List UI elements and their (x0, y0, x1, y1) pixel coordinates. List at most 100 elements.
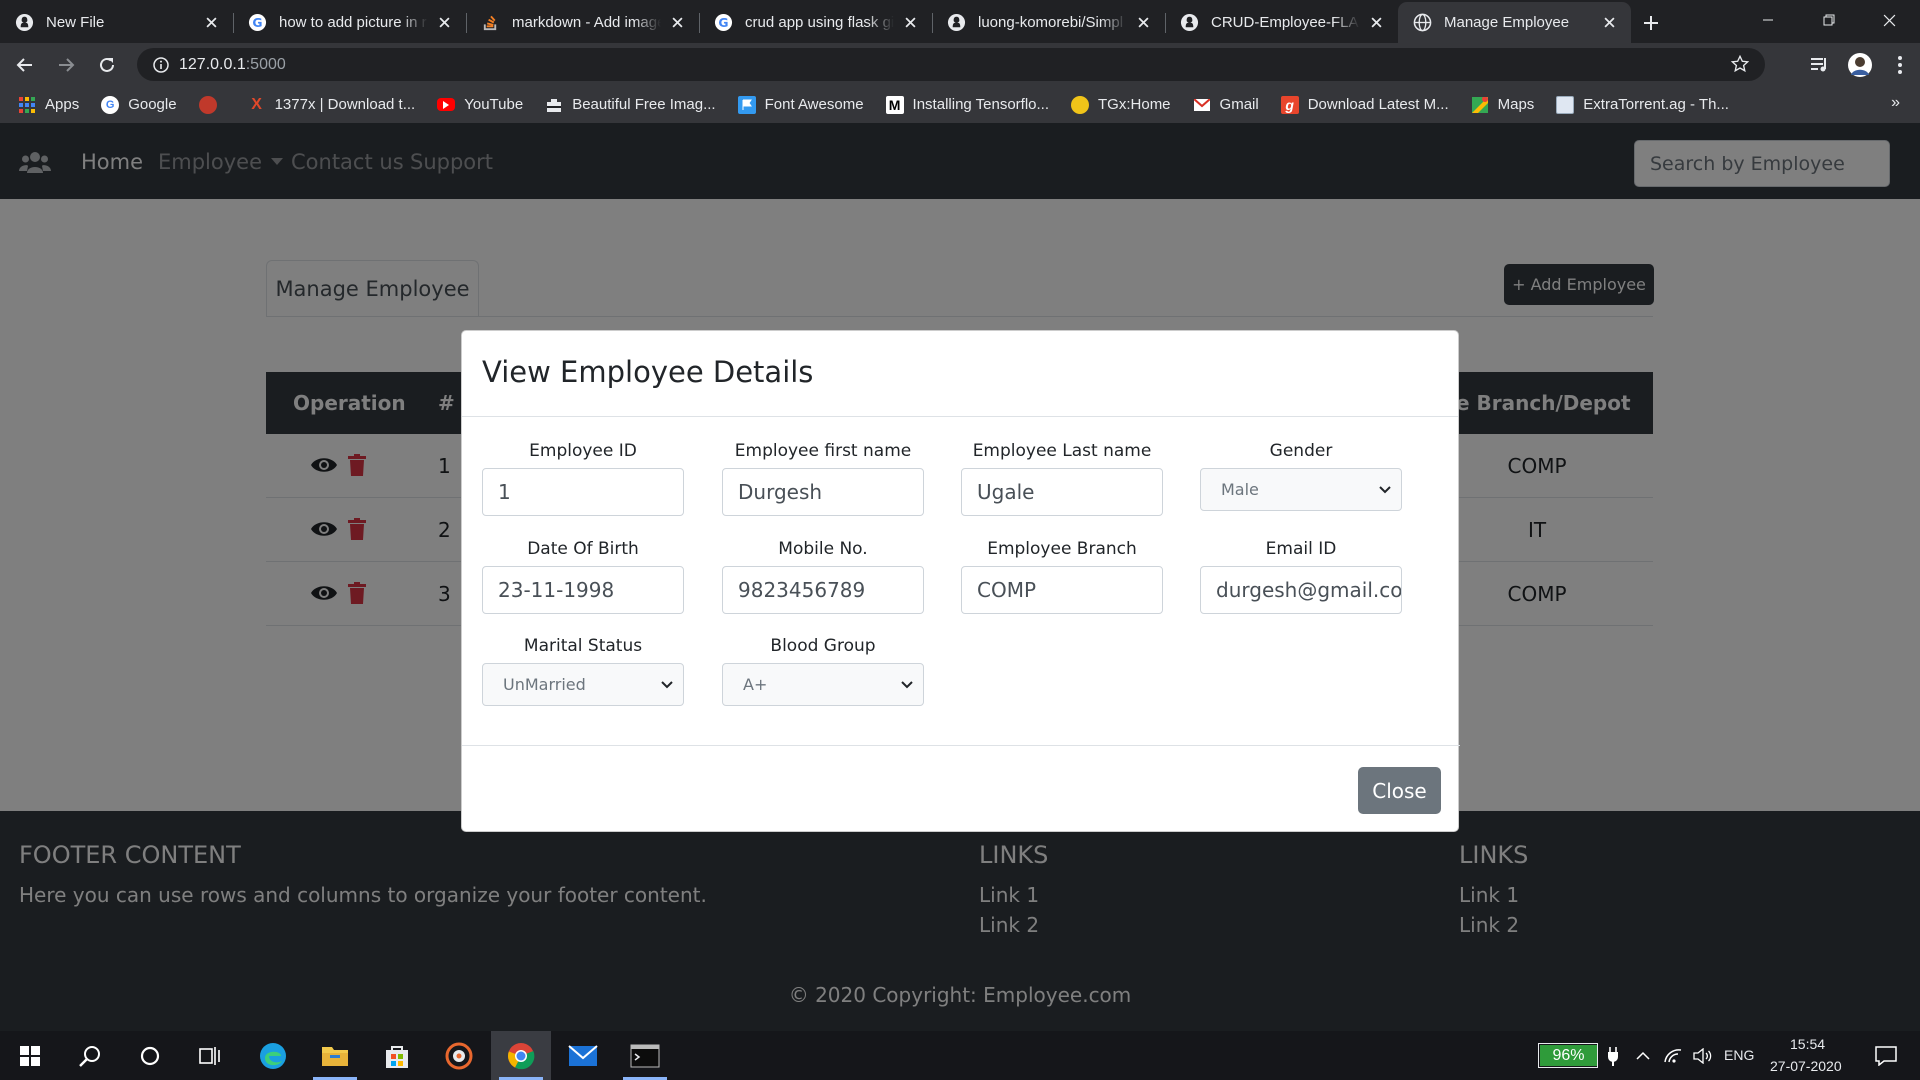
view-employee-modal: View Employee Details Employee ID 1 Empl… (461, 330, 1460, 832)
store-button[interactable] (367, 1031, 427, 1080)
tray-expand-icon[interactable] (1628, 1031, 1658, 1080)
restore-button[interactable] (1798, 0, 1859, 40)
dob-input[interactable]: 23-11-1998 (482, 566, 684, 614)
start-button[interactable] (0, 1031, 60, 1080)
search-icon (79, 1045, 100, 1067)
bookmark-star-icon[interactable] (1730, 54, 1750, 78)
email-input[interactable]: durgesh@gmail.com (1200, 566, 1402, 614)
close-icon[interactable] (900, 13, 920, 33)
battery-indicator[interactable]: 96% (1538, 1043, 1598, 1068)
mail-button[interactable] (553, 1031, 613, 1080)
close-window-button[interactable] (1859, 0, 1920, 40)
close-icon[interactable] (667, 13, 687, 33)
url-text: 127.0.0.1:5000 (179, 55, 286, 73)
field-label: Email ID (1265, 539, 1337, 559)
chevron-down-icon (661, 680, 673, 688)
web-page: Home Employee Contact us Support Search … (0, 123, 1920, 1031)
kebab-menu-icon (1898, 55, 1902, 74)
bookmark-youtube[interactable]: YouTube (437, 96, 523, 113)
browser-tab[interactable]: G how to add picture in r (233, 2, 466, 43)
window-controls (1737, 0, 1920, 40)
bookmark-tensorflow[interactable]: M Installing Tensorflo... (885, 95, 1049, 114)
field-label: Date Of Birth (527, 539, 639, 559)
minimize-icon (1762, 19, 1773, 21)
close-icon[interactable] (1366, 13, 1386, 33)
profile-button[interactable] (1840, 52, 1880, 78)
gender-select[interactable]: Male (1200, 468, 1402, 511)
wifi-icon[interactable] (1658, 1031, 1688, 1080)
bookmark-google[interactable]: G Google (101, 95, 177, 114)
mobile-input[interactable]: 9823456789 (722, 566, 924, 614)
browser-tab-strip: New File G how to add picture in r markd… (0, 0, 1920, 43)
modal-header: View Employee Details (462, 331, 1458, 417)
camera-icon (545, 96, 563, 114)
bookmark-download-latest[interactable]: g Download Latest M... (1280, 95, 1449, 114)
first-name-field: Employee first name Durgesh (722, 441, 924, 516)
new-tab-button[interactable] (1631, 2, 1671, 43)
google-icon: G (101, 95, 120, 114)
minimize-button[interactable] (1737, 0, 1798, 40)
close-button[interactable]: Close (1358, 767, 1441, 814)
bookmark-gmail[interactable]: Gmail (1193, 96, 1259, 114)
marital-status-field: Marital Status UnMarried (482, 636, 684, 706)
media-app-button[interactable] (429, 1031, 489, 1080)
menu-button[interactable] (1880, 55, 1920, 75)
mobile-field: Mobile No. 9823456789 (722, 539, 924, 614)
browser-tab[interactable]: markdown - Add image (466, 2, 699, 43)
browser-tab[interactable]: G crud app using flask gi (699, 2, 932, 43)
bookmark-opera[interactable] (198, 95, 226, 114)
forward-button[interactable] (50, 49, 82, 81)
media-queue-button[interactable] (1800, 56, 1840, 74)
edge-taskbar-button[interactable] (243, 1031, 303, 1080)
task-view-button[interactable] (180, 1031, 240, 1080)
github-icon (1179, 13, 1199, 33)
medium-icon: M (885, 95, 904, 114)
bookmark-1377x[interactable]: X 1377x | Download t... (248, 96, 415, 114)
tgx-icon (1071, 95, 1090, 114)
chrome-icon (508, 1042, 535, 1069)
employee-id-input[interactable]: 1 (482, 468, 684, 516)
clock-time[interactable]: 15:54 (1790, 1036, 1825, 1052)
browser-tab[interactable]: luong-komorebi/Simpl (932, 2, 1165, 43)
info-icon[interactable] (143, 56, 179, 73)
marital-status-select[interactable]: UnMarried (482, 663, 684, 706)
close-icon[interactable] (434, 13, 454, 33)
first-name-input[interactable]: Durgesh (722, 468, 924, 516)
close-icon[interactable] (1133, 13, 1153, 33)
terminal-button[interactable] (615, 1031, 675, 1080)
close-icon[interactable] (1599, 13, 1619, 33)
bookmarks-overflow-button[interactable]: » (1891, 94, 1900, 112)
last-name-input[interactable]: Ugale (961, 468, 1163, 516)
address-bar[interactable]: 127.0.0.1:5000 (137, 48, 1765, 81)
volume-icon[interactable] (1688, 1031, 1718, 1080)
google-icon: G (713, 13, 733, 33)
close-icon[interactable] (201, 13, 221, 33)
reload-button[interactable] (91, 49, 123, 81)
browser-tab[interactable]: CRUD-Employee-FLASK (1165, 2, 1398, 43)
maps-icon (1471, 96, 1489, 114)
file-explorer-button[interactable] (305, 1031, 365, 1080)
bookmark-apps[interactable]: Apps (18, 96, 79, 114)
blood-group-select[interactable]: A+ (722, 663, 924, 706)
svg-text:G: G (718, 16, 728, 30)
clock-date[interactable]: 27-07-2020 (1770, 1058, 1842, 1074)
modal-title: View Employee Details (482, 355, 814, 389)
bookmark-extratorrent[interactable]: ExtraTorrent.ag - Th... (1556, 95, 1729, 114)
cortana-button[interactable] (120, 1031, 180, 1080)
browser-tab[interactable]: New File (0, 2, 233, 43)
power-plug-icon[interactable] (1598, 1031, 1628, 1080)
browser-tab-active[interactable]: Manage Employee (1398, 2, 1631, 43)
notifications-button[interactable] (1856, 1031, 1916, 1080)
branch-input[interactable]: COMP (961, 566, 1163, 614)
reload-icon (100, 57, 114, 72)
store-bag-icon (386, 1045, 408, 1068)
bookmark-maps[interactable]: Maps (1471, 96, 1534, 114)
bookmark-font-awesome[interactable]: Font Awesome (737, 95, 864, 114)
back-button[interactable] (9, 49, 41, 81)
search-button[interactable] (60, 1031, 120, 1080)
language-indicator[interactable]: ENG (1724, 1047, 1754, 1063)
notification-icon (1875, 1045, 1897, 1066)
bookmark-free-images[interactable]: Beautiful Free Imag... (545, 96, 716, 114)
chrome-taskbar-button[interactable] (491, 1031, 551, 1080)
bookmark-tgx[interactable]: TGx:Home (1071, 95, 1171, 114)
